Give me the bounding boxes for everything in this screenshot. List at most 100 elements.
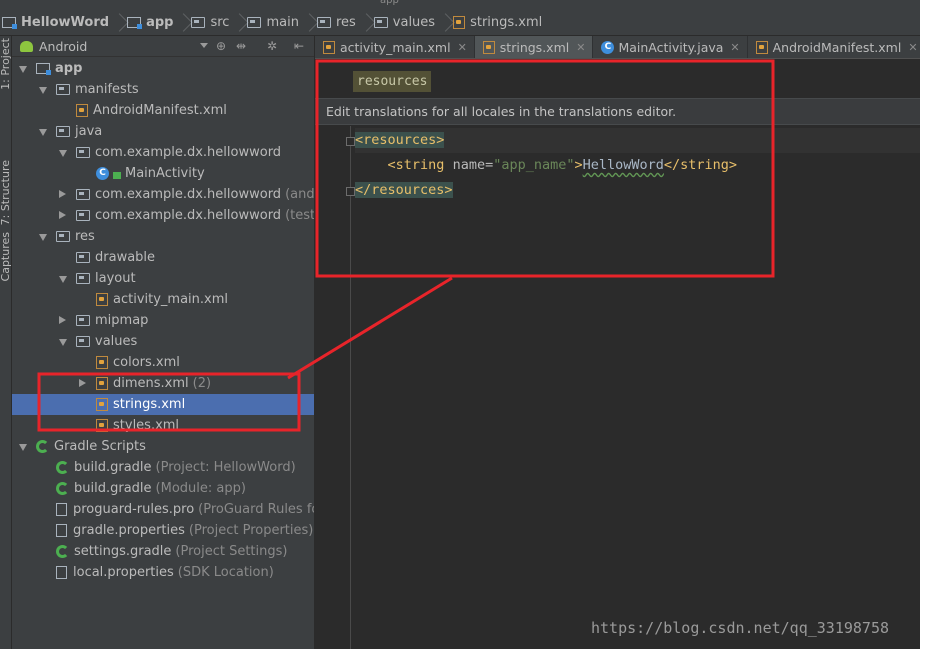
tree-item[interactable]: settings.gradle (Project Settings) — [12, 541, 314, 562]
tree-item[interactable]: build.gradle (Module: app) — [12, 478, 314, 499]
tree-item[interactable]: AndroidManifest.xml — [12, 100, 314, 121]
tree-item-label: values — [95, 334, 138, 349]
breadcrumb-item[interactable]: res — [315, 10, 362, 35]
tree-item[interactable]: app — [12, 58, 314, 79]
editor-tab[interactable]: AndroidManifest.xml ✕ — [748, 36, 920, 58]
scroll-from-source-icon[interactable]: ⊕ — [216, 39, 226, 53]
translations-editor-banner[interactable]: Edit translations for all locales in the… — [315, 98, 920, 125]
tree-item-hint: (2) — [192, 376, 212, 391]
tree-item[interactable]: proguard-rules.pro(ProGuard Rules for ap… — [12, 499, 314, 520]
tree-item[interactable]: colors.xml — [12, 352, 314, 373]
tree-item-label: com.example.dx.hellowword — [95, 145, 282, 160]
close-tab-icon[interactable]: ✕ — [576, 41, 585, 54]
tree-item[interactable]: dimens.xml (2) — [12, 373, 314, 394]
tree-item-hint: (Project Properties) — [188, 523, 314, 538]
tree-item-label: proguard-rules.pro — [73, 502, 195, 517]
xml-file-icon — [755, 41, 768, 54]
tree-item[interactable]: res — [12, 226, 314, 247]
breadcrumb-item[interactable]: values — [372, 10, 441, 35]
tree-item[interactable]: build.gradle (Project: HellowWord) — [12, 457, 314, 478]
folder-icon — [76, 315, 90, 326]
xml-tag-breadcrumb[interactable]: resources — [353, 71, 432, 92]
tree-item[interactable]: Gradle Scripts — [12, 436, 314, 457]
expanded-arrow-icon[interactable] — [39, 129, 47, 136]
breadcrumb-item-label: app — [146, 15, 174, 30]
breadcrumb-item-label: HellowWord — [21, 15, 110, 30]
breadcrumb-item[interactable]: app — [125, 10, 179, 35]
expanded-arrow-icon[interactable] — [39, 87, 47, 94]
tree-item-label: com.example.dx.hellowword — [95, 187, 282, 202]
tree-item[interactable]: manifests — [12, 79, 314, 100]
tree-item[interactable]: com.example.dx.hellowword — [12, 142, 314, 163]
tree-item[interactable]: styles.xml — [12, 415, 314, 436]
project-view-selector[interactable]: Android — [39, 39, 87, 54]
editor-tab[interactable]: strings.xml ✕ — [474, 36, 594, 58]
breadcrumb-item[interactable]: strings.xml — [451, 10, 548, 35]
breadcrumb-item-label: values — [392, 15, 436, 30]
folder-icon — [316, 17, 331, 28]
watermark: https://blog.csdn.net/qq_33198758 — [591, 619, 890, 637]
editor-tab[interactable]: activity_main.xml ✕ — [315, 36, 475, 58]
tree-item[interactable]: java — [12, 121, 314, 142]
tree-item[interactable]: com.example.dx.hellowword(androidTest) — [12, 184, 314, 205]
tree-item[interactable]: drawable — [12, 247, 314, 268]
tree-item[interactable]: C MainActivity — [12, 163, 314, 184]
expanded-arrow-icon[interactable] — [59, 276, 67, 283]
run-config-selector[interactable]: app — [380, 0, 399, 6]
breadcrumb-item-label: main — [266, 15, 299, 30]
tree-item[interactable]: local.properties (SDK Location) — [12, 562, 314, 583]
editor-tab[interactable]: C MainActivity.java ✕ — [593, 36, 748, 58]
breadcrumb-item[interactable]: src — [189, 10, 235, 35]
breadcrumb-item[interactable]: main — [245, 10, 304, 35]
tree-item[interactable]: strings.xml — [12, 394, 314, 415]
collapsed-arrow-icon[interactable] — [79, 379, 86, 387]
code-content[interactable]: <resources> <string name="app_name">Hell… — [355, 128, 920, 203]
file-icon — [56, 503, 67, 516]
xml-file-icon — [76, 104, 88, 117]
expanded-arrow-icon[interactable] — [19, 66, 27, 73]
close-tab-icon[interactable]: ✕ — [458, 41, 467, 54]
tree-item-hint: (test) — [285, 208, 315, 223]
collapsed-arrow-icon[interactable] — [59, 316, 66, 324]
breadcrumb-item-label: src — [210, 15, 230, 30]
tree-item-label: local.properties — [73, 565, 174, 580]
fold-marker-icon[interactable] — [346, 187, 355, 196]
file-icon — [56, 566, 67, 579]
tree-item-hint: (Project Settings) — [175, 544, 288, 559]
tree-item[interactable]: gradle.properties (Project Properties) — [12, 520, 314, 541]
xml-attr-value: "app_name" — [493, 157, 575, 173]
close-tab-icon[interactable]: ✕ — [730, 41, 739, 54]
collapse-all-icon[interactable]: ⇹ — [236, 39, 246, 53]
close-tab-icon[interactable]: ✕ — [908, 41, 917, 54]
settings-gear-icon[interactable]: ✲ — [267, 39, 277, 53]
tree-item-label: build.gradle — [74, 460, 152, 475]
collapsed-arrow-icon[interactable] — [59, 211, 66, 219]
class-icon: C — [96, 167, 109, 180]
expanded-arrow-icon[interactable] — [39, 234, 47, 241]
package-icon — [76, 147, 90, 158]
hide-panel-icon[interactable]: ⇤ — [294, 39, 304, 53]
breadcrumb-item[interactable]: HellowWord — [0, 10, 115, 35]
expanded-arrow-icon[interactable] — [59, 150, 67, 157]
tree-item[interactable]: mipmap — [12, 310, 314, 331]
ide-window: app HellowWord app src main res values strings… — [0, 0, 920, 649]
folder-icon — [247, 17, 262, 28]
tool-tab-captures[interactable]: Captures — [0, 232, 12, 281]
tool-tab-structure[interactable]: 7: Structure — [0, 160, 12, 225]
editor-tabs: activity_main.xml ✕ strings.xml ✕ C MainActiv… — [315, 36, 920, 59]
expanded-arrow-icon[interactable] — [19, 444, 27, 451]
tree-item-label: settings.gradle — [74, 544, 172, 559]
tool-tab-project[interactable]: 1: Project — [0, 38, 12, 90]
tree-item[interactable]: layout — [12, 268, 314, 289]
page-margin — [920, 0, 932, 649]
dropdown-arrow-icon[interactable] — [200, 43, 208, 48]
folder-icon — [191, 17, 206, 28]
android-icon — [20, 40, 33, 52]
tree-item[interactable]: values — [12, 331, 314, 352]
collapsed-arrow-icon[interactable] — [59, 190, 66, 198]
tree-item[interactable]: com.example.dx.hellowword(test) — [12, 205, 315, 226]
fold-marker-icon[interactable] — [346, 137, 355, 146]
expanded-arrow-icon[interactable] — [59, 339, 67, 346]
xml-file-icon — [96, 293, 108, 306]
tree-item[interactable]: activity_main.xml — [12, 289, 314, 310]
